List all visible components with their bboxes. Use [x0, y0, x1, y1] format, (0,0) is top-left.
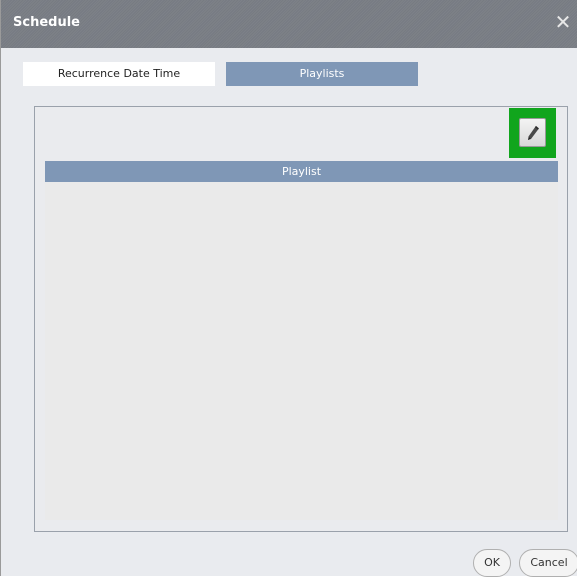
- cancel-button[interactable]: Cancel: [519, 549, 577, 577]
- edit-button[interactable]: [519, 118, 546, 147]
- playlist-column-header[interactable]: Playlist: [45, 161, 558, 182]
- pencil-icon: [528, 125, 539, 140]
- tab-recurrence-date-time[interactable]: Recurrence Date Time: [23, 62, 215, 86]
- dialog-title: Schedule: [13, 15, 80, 30]
- tab-playlists[interactable]: Playlists: [226, 62, 418, 86]
- playlist-table-body[interactable]: [45, 182, 558, 520]
- close-icon[interactable]: ✕: [549, 8, 577, 36]
- schedule-dialog: Schedule ✕ Recurrence Date Time Playlist…: [0, 0, 577, 577]
- title-bar[interactable]: Schedule ✕: [1, 0, 577, 48]
- ok-button[interactable]: OK: [473, 549, 511, 577]
